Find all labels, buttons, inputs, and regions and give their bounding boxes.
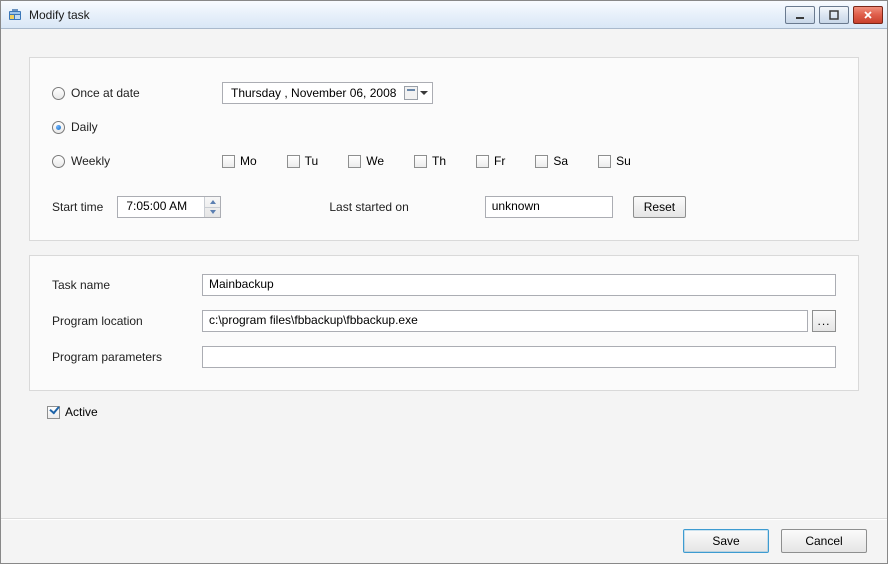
last-started-field[interactable]: unknown (485, 196, 613, 218)
last-started-value: unknown (492, 199, 540, 213)
checkbox-icon (535, 155, 548, 168)
start-time-spinner[interactable]: 7:05:00 AM (117, 196, 221, 218)
date-picker[interactable]: Thursday , November 06, 2008 (222, 82, 433, 104)
app-icon (7, 7, 23, 23)
radio-icon (52, 155, 65, 168)
checkbox-icon (476, 155, 489, 168)
weekday-checkbox-su[interactable]: Su (598, 154, 631, 168)
close-button[interactable] (853, 6, 883, 24)
schedule-radio-daily-label: Daily (71, 120, 98, 134)
program-parameters-label: Program parameters (52, 350, 202, 364)
task-panel: Task name Mainbackup Program location c:… (29, 255, 859, 391)
schedule-radio-weekly[interactable]: Weekly (52, 154, 222, 168)
maximize-button[interactable] (819, 6, 849, 24)
start-time-value: 7:05:00 AM (118, 197, 204, 217)
chevron-down-icon (420, 91, 428, 95)
active-row: Active (47, 405, 881, 419)
spinner-up-button[interactable] (205, 197, 220, 208)
program-parameters-input[interactable] (202, 346, 836, 368)
checkbox-icon (287, 155, 300, 168)
schedule-radio-weekly-label: Weekly (71, 154, 110, 168)
cancel-button-label: Cancel (805, 534, 842, 548)
chevron-down-icon (210, 210, 216, 214)
dialog-client-area: Once at date Thursday , November 06, 200… (1, 29, 887, 563)
weekday-label: Mo (240, 154, 257, 168)
chevron-up-icon (210, 200, 216, 204)
title-bar: Modify task (1, 1, 887, 29)
window-title: Modify task (29, 8, 785, 22)
window-controls (785, 6, 883, 24)
weekday-checkbox-sa[interactable]: Sa (535, 154, 568, 168)
schedule-radio-daily[interactable]: Daily (52, 120, 222, 134)
weekday-label: Th (432, 154, 446, 168)
weekday-label: Su (616, 154, 631, 168)
radio-icon (52, 87, 65, 100)
browse-button[interactable]: ... (812, 310, 836, 332)
minimize-button[interactable] (785, 6, 815, 24)
checkbox-icon (47, 406, 60, 419)
dialog-buttons: Save Cancel (7, 519, 881, 553)
spinner-down-button[interactable] (205, 208, 220, 218)
weekday-label: Fr (494, 154, 505, 168)
checkbox-icon (222, 155, 235, 168)
start-time-label: Start time (52, 200, 103, 214)
program-location-input[interactable]: c:\program files\fbbackup\fbbackup.exe (202, 310, 808, 332)
last-started-label: Last started on (329, 200, 408, 214)
checkbox-icon (414, 155, 427, 168)
save-button-label: Save (712, 534, 739, 548)
calendar-icon (404, 86, 418, 100)
schedule-panel: Once at date Thursday , November 06, 200… (29, 57, 859, 241)
browse-button-label: ... (817, 314, 830, 328)
weekday-checkbox-th[interactable]: Th (414, 154, 446, 168)
program-location-value: c:\program files\fbbackup\fbbackup.exe (209, 313, 418, 327)
program-location-label: Program location (52, 314, 202, 328)
weekday-row: Mo Tu We Th Fr (222, 154, 631, 168)
weekday-checkbox-we[interactable]: We (348, 154, 384, 168)
active-checkbox[interactable]: Active (47, 405, 98, 419)
weekday-checkbox-tu[interactable]: Tu (287, 154, 319, 168)
schedule-radio-once[interactable]: Once at date (52, 86, 222, 100)
checkbox-icon (598, 155, 611, 168)
reset-button[interactable]: Reset (633, 196, 686, 218)
weekday-label: Sa (553, 154, 568, 168)
task-name-label: Task name (52, 278, 202, 292)
weekday-checkbox-mo[interactable]: Mo (222, 154, 257, 168)
reset-button-label: Reset (644, 200, 675, 214)
checkbox-icon (348, 155, 361, 168)
task-name-input[interactable]: Mainbackup (202, 274, 836, 296)
weekday-label: We (366, 154, 384, 168)
task-name-value: Mainbackup (209, 277, 274, 291)
save-button[interactable]: Save (683, 529, 769, 553)
schedule-radio-once-label: Once at date (71, 86, 140, 100)
spinner-buttons (204, 197, 220, 217)
date-picker-dropdown-button[interactable] (404, 86, 428, 100)
weekday-checkbox-fr[interactable]: Fr (476, 154, 505, 168)
weekday-label: Tu (305, 154, 319, 168)
radio-icon (52, 121, 65, 134)
date-picker-value: Thursday , November 06, 2008 (231, 86, 396, 100)
cancel-button[interactable]: Cancel (781, 529, 867, 553)
active-label: Active (65, 405, 98, 419)
